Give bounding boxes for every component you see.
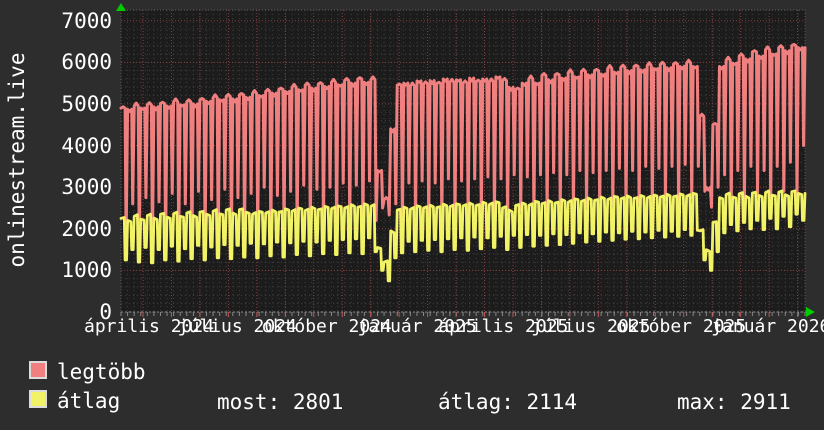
stat-atlag: átlag: 2114 [438, 390, 577, 414]
graph-panel: onlinestream.live 0100020003000400050006… [0, 0, 824, 430]
x-tick-label: január 2026 [711, 315, 824, 339]
y-tick-label: 4000 [0, 133, 112, 159]
y-tick-label: 7000 [0, 8, 112, 34]
y-tick-label: 2000 [0, 216, 112, 242]
y-tick-label: 6000 [0, 49, 112, 75]
y-tick-label: 3000 [0, 174, 112, 200]
legend-label-atlag: átlag [57, 389, 120, 413]
y-tick-label: 1000 [0, 257, 112, 283]
stat-most: most: 2801 [217, 390, 343, 414]
y-tick-label: 5000 [0, 91, 112, 117]
legend-swatch-legtobb [29, 361, 47, 379]
stat-max: max: 2911 [677, 390, 791, 414]
y-axis-arrow-icon [116, 3, 126, 11]
legend-swatch-atlag [29, 390, 47, 408]
legend-label-legtobb: legtöbb [57, 360, 146, 384]
